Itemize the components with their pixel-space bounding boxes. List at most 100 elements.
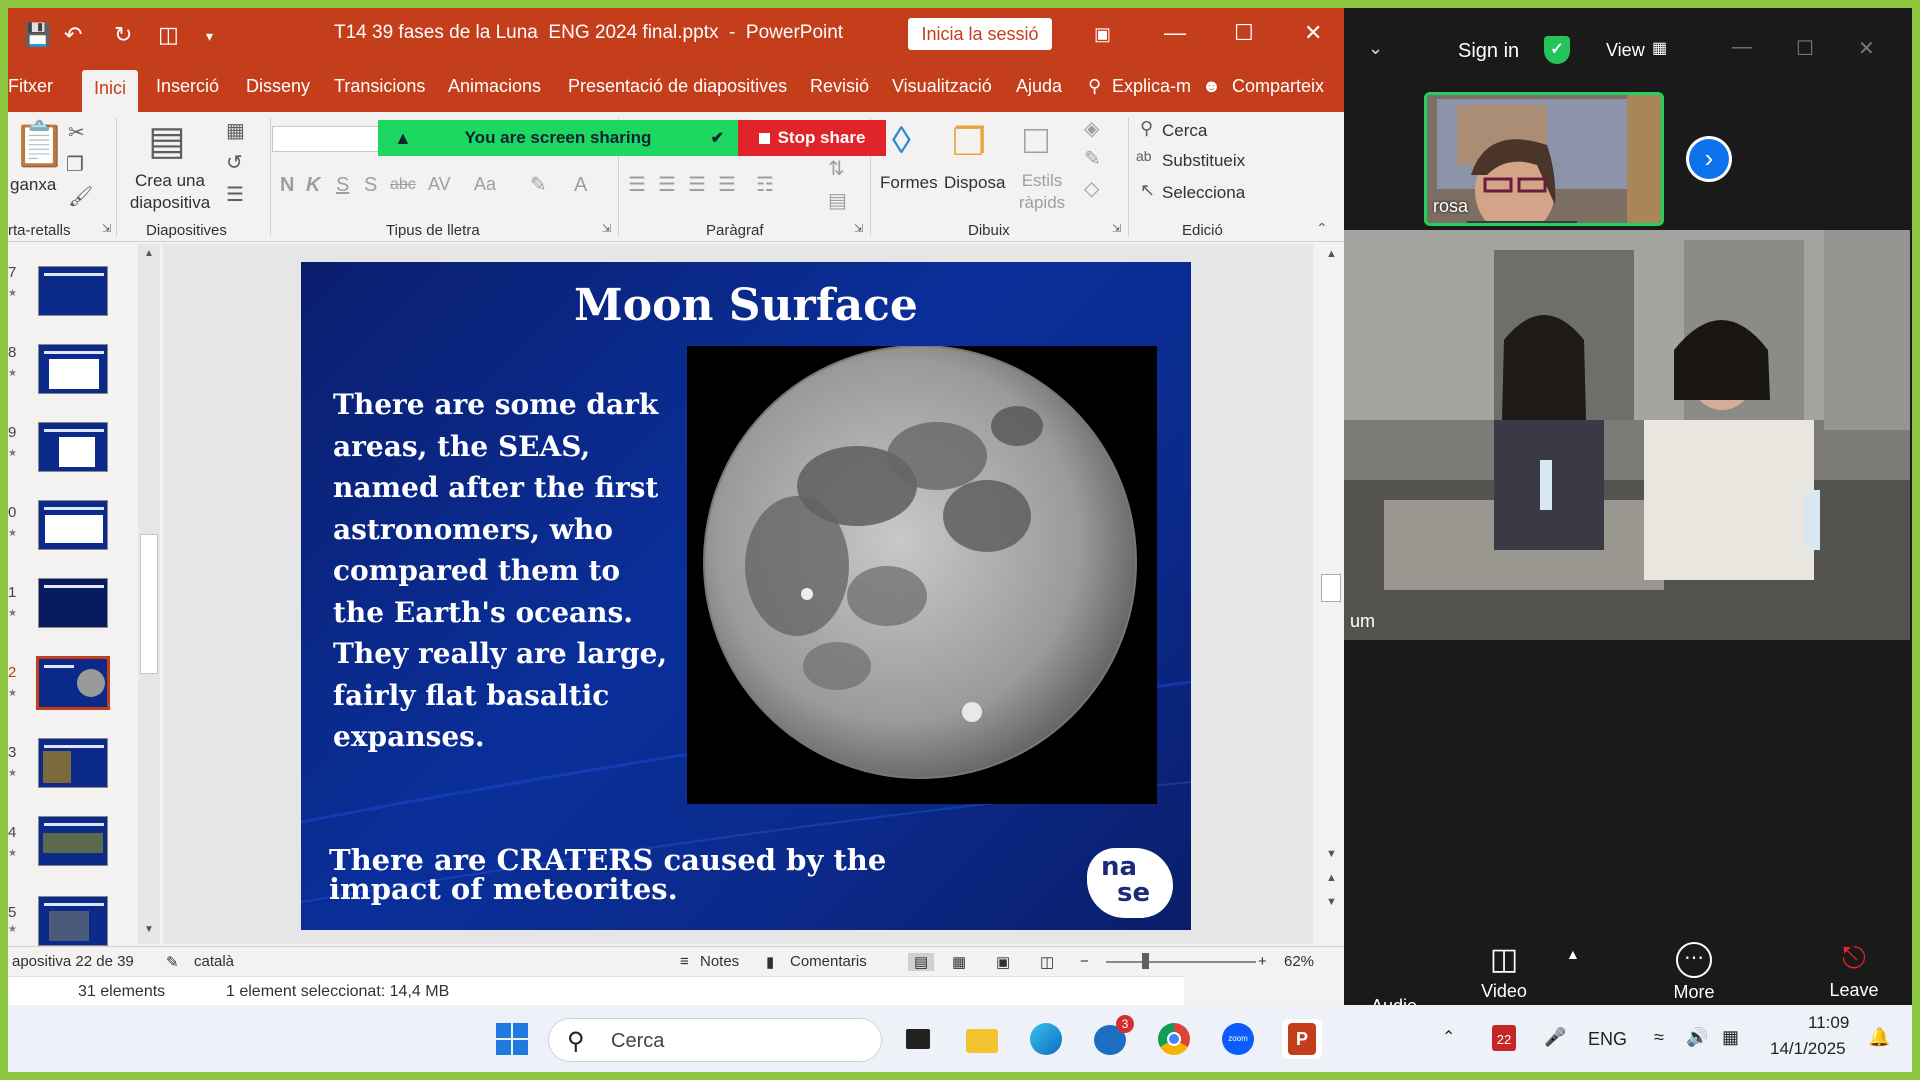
shape-effects-icon[interactable]: ◇ <box>1084 176 1099 201</box>
tab-animations[interactable]: Animacions <box>448 76 541 97</box>
participant-video-rosa[interactable]: rosa <box>1424 92 1664 226</box>
stop-share-button[interactable]: Stop share <box>738 120 886 156</box>
shapes-button[interactable]: Formes <box>880 172 938 194</box>
zoom-out-icon[interactable]: − <box>1080 953 1089 970</box>
present-icon[interactable]: ◫ <box>158 22 179 48</box>
slide-thumbnail-selected[interactable] <box>36 656 110 710</box>
align-left-icon[interactable]: ☰ <box>628 172 646 197</box>
tab-file[interactable]: Fitxer <box>8 76 53 97</box>
tab-view[interactable]: Visualització <box>892 76 992 97</box>
slide-sorter-icon[interactable]: ▦ <box>952 953 966 971</box>
slide-title[interactable]: Moon Surface <box>301 280 1191 331</box>
tab-transitions[interactable]: Transicions <box>334 76 425 97</box>
reset-icon[interactable]: ↺ <box>226 150 243 175</box>
slide-thumbnail[interactable] <box>38 738 108 788</box>
scrollbar-thumb[interactable] <box>1321 574 1341 602</box>
shape-outline-icon[interactable]: ✎ <box>1084 146 1101 171</box>
new-slide-button[interactable]: Crea una diapositiva <box>120 170 220 214</box>
zoom-in-icon[interactable]: + <box>1258 953 1267 970</box>
zoom-signin-button[interactable]: Sign in <box>1458 40 1519 63</box>
slide-scrollbar[interactable]: ▲ ▼ ▲ ▼ <box>1318 244 1344 944</box>
maximize-icon[interactable]: ☐ <box>1796 36 1814 61</box>
replace-button[interactable]: Substitueix <box>1162 150 1245 172</box>
find-button[interactable]: Cerca <box>1162 120 1207 142</box>
input-language[interactable]: ENG <box>1588 1029 1627 1050</box>
scroll-down-icon[interactable]: ▼ <box>144 924 154 935</box>
slide-thumbnail[interactable] <box>38 816 108 866</box>
align-text-icon[interactable]: ▤ <box>828 188 847 213</box>
cut-icon[interactable]: ✂ <box>68 120 85 145</box>
language-indicator[interactable]: català <box>194 953 234 970</box>
minimize-icon[interactable]: — <box>1732 36 1752 59</box>
select-button[interactable]: Selecciona <box>1162 182 1245 204</box>
shape-fill-icon[interactable]: ◈ <box>1084 116 1099 141</box>
quick-styles-icon[interactable]: □ <box>1024 118 1048 163</box>
slideshow-icon[interactable]: ◫ <box>1040 953 1054 971</box>
show-hidden-icons[interactable]: ⌃ <box>1442 1027 1455 1047</box>
reading-view-icon[interactable]: ▣ <box>996 953 1010 971</box>
italic-button[interactable]: K <box>306 174 320 197</box>
view-button[interactable]: View <box>1606 40 1645 61</box>
dialog-launcher-icon[interactable]: ⇲ <box>602 222 611 235</box>
minimize-icon[interactable]: — <box>1164 20 1186 46</box>
moon-image[interactable] <box>687 345 1157 804</box>
highlight-icon[interactable]: ✎ <box>530 172 547 197</box>
share-button[interactable]: Comparteix <box>1232 76 1324 97</box>
arrange-icon[interactable]: ❐ <box>952 120 986 165</box>
slide-thumbnail[interactable] <box>38 344 108 394</box>
tell-me-search[interactable]: Explica-m <box>1112 76 1191 97</box>
battery-icon[interactable]: ▦ <box>1722 1027 1739 1048</box>
mail-icon[interactable]: 3 <box>1090 1015 1134 1059</box>
bold-button[interactable]: N <box>280 174 294 197</box>
chevron-down-icon[interactable]: ⌄ <box>1368 38 1383 59</box>
next-slide-icon[interactable]: ▼ <box>1326 896 1337 908</box>
shadow-button[interactable]: S <box>364 174 377 197</box>
slide-thumbnail[interactable] <box>38 500 108 550</box>
participant-video-room[interactable]: um <box>1344 230 1910 640</box>
maximize-icon[interactable]: ☐ <box>1234 20 1254 46</box>
quick-styles-button[interactable]: Estils ràpids <box>1010 170 1074 214</box>
chrome-icon[interactable] <box>1154 1019 1194 1059</box>
copy-icon[interactable]: ❐ <box>66 152 84 177</box>
microphone-icon[interactable]: 🎤 <box>1544 1027 1566 1048</box>
thumbnail-scrollbar[interactable]: ▲ ▼ <box>138 244 160 944</box>
align-right-icon[interactable]: ☰ <box>688 172 706 197</box>
slide-footer-text[interactable]: There are CRATERS caused by the impact o… <box>329 846 889 904</box>
notification-bell-icon[interactable]: 🔔 <box>1868 1027 1890 1048</box>
underline-button[interactable]: S <box>336 174 349 197</box>
slide-thumbnail[interactable] <box>38 896 108 946</box>
volume-icon[interactable]: 🔊 <box>1686 1027 1708 1048</box>
screen-sharing-indicator[interactable]: ▲ You are screen sharing ✔ <box>378 120 738 156</box>
columns-icon[interactable]: ☶ <box>756 172 774 197</box>
save-icon[interactable]: 💾 <box>24 22 51 48</box>
zoom-slider-thumb[interactable] <box>1142 953 1149 969</box>
ribbon-display-icon[interactable]: ▣ <box>1094 24 1111 45</box>
spellcheck-icon[interactable]: ✎ <box>166 953 179 971</box>
notes-button[interactable]: Notes <box>700 953 739 970</box>
zoom-app-icon[interactable]: zoom <box>1218 1019 1258 1059</box>
slide-thumbnail[interactable] <box>38 266 108 316</box>
close-icon[interactable]: ✕ <box>1304 20 1322 46</box>
scroll-up-icon[interactable]: ▲ <box>1326 248 1337 260</box>
dialog-launcher-icon[interactable]: ⇲ <box>102 222 111 235</box>
format-painter-icon[interactable]: 🖌 <box>68 184 93 209</box>
zoom-slider[interactable] <box>1106 961 1256 963</box>
justify-icon[interactable]: ☰ <box>718 172 736 197</box>
wifi-icon[interactable]: ≈ <box>1654 1027 1664 1048</box>
shapes-icon[interactable]: ◊ <box>892 120 911 163</box>
normal-view-icon[interactable]: ▤ <box>908 953 935 971</box>
customize-qat-icon[interactable]: ▾ <box>206 28 213 45</box>
calendar-icon[interactable]: 22 <box>1492 1025 1516 1051</box>
spacing-button[interactable]: AV <box>428 174 451 195</box>
paste-button[interactable]: ganxa <box>10 174 56 196</box>
tab-review[interactable]: Revisió <box>810 76 869 97</box>
align-center-icon[interactable]: ☰ <box>658 172 676 197</box>
slide-thumbnail[interactable] <box>38 578 108 628</box>
collapse-ribbon-icon[interactable]: ⌃ <box>1316 220 1328 237</box>
taskbar-search[interactable]: ⚲ Cerca <box>548 1018 882 1062</box>
start-button[interactable] <box>492 1019 532 1059</box>
slide-thumbnail[interactable] <box>38 422 108 472</box>
comments-button[interactable]: Comentaris <box>790 953 867 970</box>
close-icon[interactable]: ✕ <box>1858 36 1875 61</box>
strikethrough-button[interactable]: abc <box>390 176 416 194</box>
